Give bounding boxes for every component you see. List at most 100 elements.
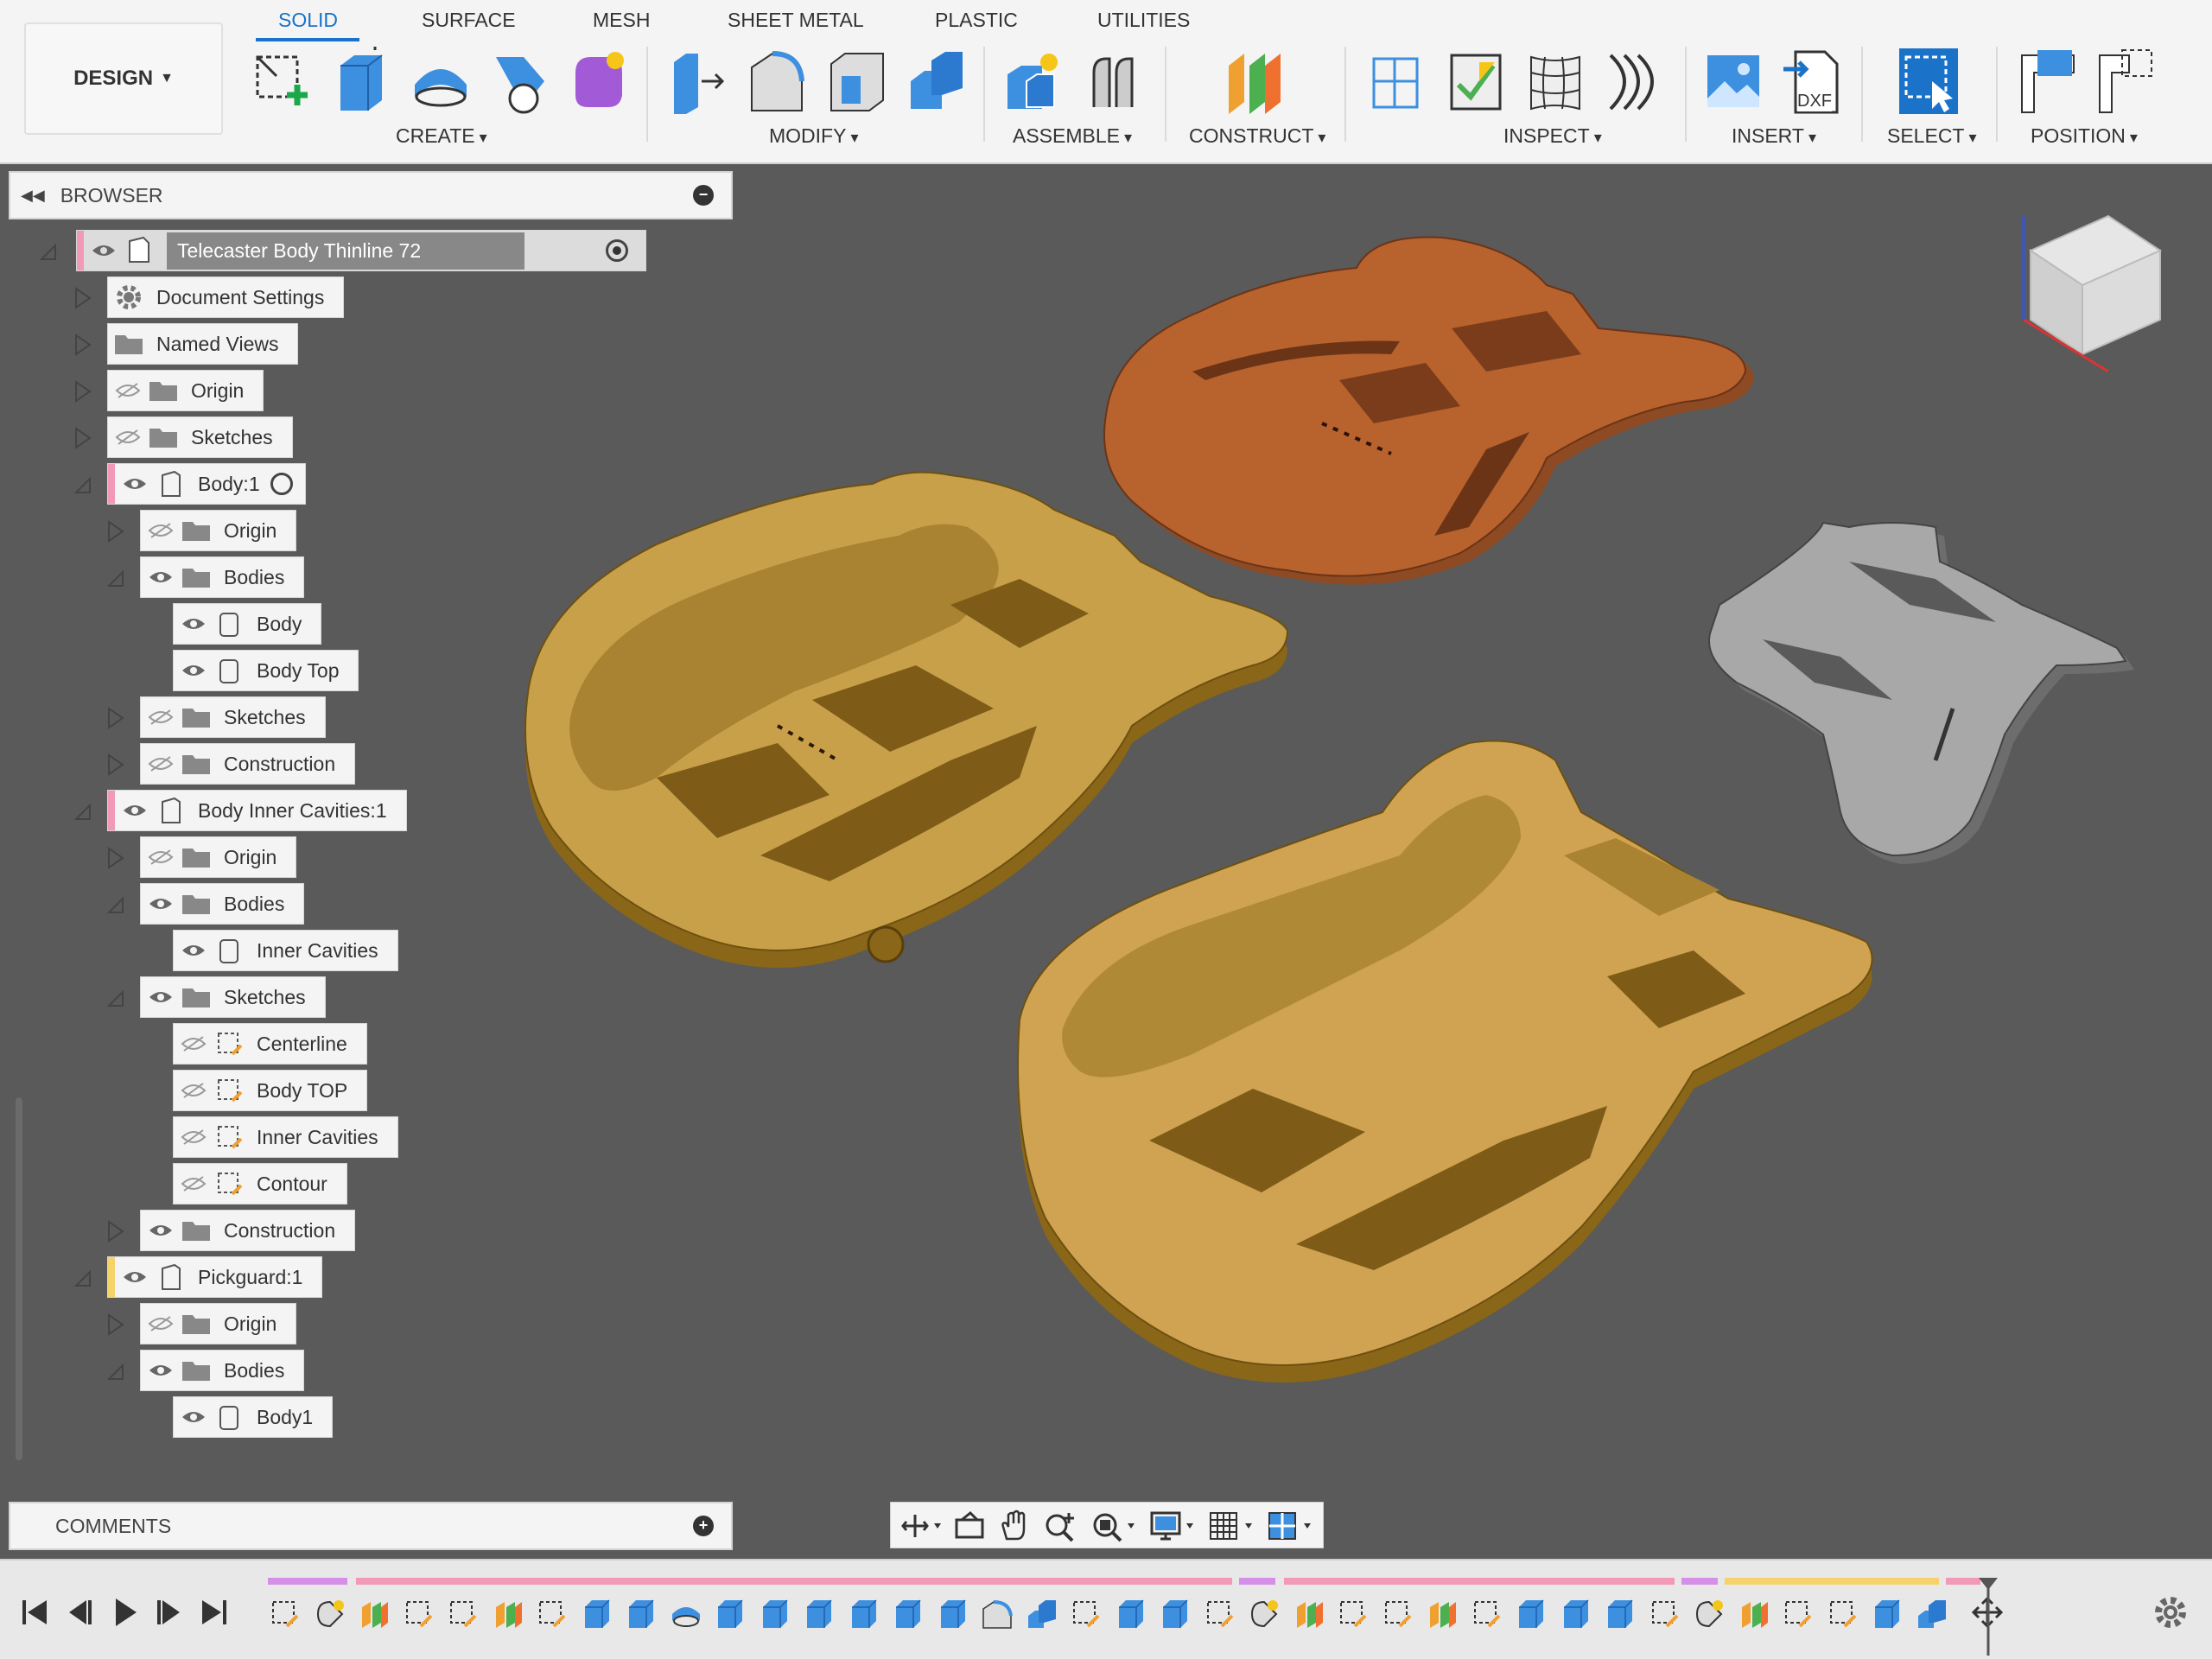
construct-group-label[interactable]: CONSTRUCT — [1189, 124, 1325, 148]
timeline-extrude-icon[interactable] — [580, 1597, 614, 1631]
measure-icon[interactable] — [1365, 47, 1427, 116]
align-icon[interactable] — [2017, 47, 2079, 116]
expand-triangle-icon[interactable] — [73, 285, 93, 311]
step-forward-icon[interactable] — [152, 1595, 187, 1630]
browser-item-body-top[interactable]: Body Top — [173, 650, 359, 691]
timeline-sketch-icon[interactable] — [1470, 1597, 1504, 1631]
offset-plane-icon[interactable] — [1222, 47, 1284, 116]
collapse-triangle-icon[interactable] — [73, 798, 93, 824]
create-sketch-icon[interactable] — [251, 47, 313, 116]
timeline-plane-icon[interactable] — [357, 1597, 391, 1631]
eye-icon[interactable] — [179, 650, 208, 691]
eye-hidden-icon[interactable] — [179, 1116, 208, 1158]
joint-icon[interactable] — [1082, 47, 1144, 116]
browser-item-body-top-sketch[interactable]: Body TOP — [173, 1070, 368, 1111]
eye-hidden-icon[interactable] — [179, 1163, 208, 1205]
insert-canvas-icon[interactable] — [1702, 47, 1764, 116]
timeline-sketch-icon[interactable] — [1069, 1597, 1103, 1631]
play-icon[interactable] — [107, 1595, 142, 1630]
expand-triangle-icon[interactable] — [73, 378, 93, 404]
timeline-extrude-icon[interactable] — [891, 1597, 925, 1631]
eye-icon[interactable] — [120, 1256, 149, 1298]
grid-settings-icon[interactable] — [1207, 1510, 1259, 1542]
browser-item-sketches[interactable]: Sketches — [107, 416, 293, 458]
eye-icon[interactable] — [146, 1210, 175, 1251]
eye-icon[interactable] — [89, 230, 118, 271]
eye-icon[interactable] — [120, 790, 149, 831]
timeline-sketch-icon[interactable] — [1381, 1597, 1415, 1631]
collapse-triangle-icon[interactable] — [105, 985, 126, 1011]
browser-item-ic-sketches[interactable]: Sketches — [140, 976, 326, 1018]
eye-icon[interactable] — [179, 1396, 208, 1438]
expand-triangle-icon[interactable] — [105, 845, 126, 871]
new-component-icon[interactable] — [1002, 47, 1065, 116]
expand-triangle-icon[interactable] — [105, 1312, 126, 1338]
eye-icon[interactable] — [146, 976, 175, 1018]
expand-triangle-icon[interactable] — [73, 332, 93, 358]
timeline-sketch-icon[interactable] — [1648, 1597, 1682, 1631]
eye-hidden-icon[interactable] — [146, 510, 175, 551]
collapse-triangle-icon[interactable] — [105, 565, 126, 591]
tab-sheet-metal[interactable]: SHEET METAL — [728, 9, 864, 40]
timeline-extrude-icon[interactable] — [624, 1597, 658, 1631]
create-group-label[interactable]: CREATE — [396, 124, 487, 148]
assemble-group-label[interactable]: ASSEMBLE — [1013, 124, 1132, 148]
display-settings-icon[interactable] — [1148, 1510, 1200, 1542]
eye-icon[interactable] — [146, 556, 175, 598]
browser-item-body1-bodies[interactable]: Bodies — [140, 556, 305, 598]
browser-item-body1-origin[interactable]: Origin — [140, 510, 297, 551]
timeline-extrude-icon[interactable] — [1158, 1597, 1192, 1631]
timeline-extrude-icon[interactable] — [1514, 1597, 1548, 1631]
modify-group-label[interactable]: MODIFY — [769, 124, 859, 148]
collapse-triangle-icon[interactable] — [73, 1265, 93, 1291]
timeline-sketch-icon[interactable] — [535, 1597, 569, 1631]
browser-item-ic-bodies[interactable]: Bodies — [140, 883, 305, 925]
timeline-sketch-icon[interactable] — [268, 1597, 302, 1631]
interference-icon[interactable] — [1445, 47, 1507, 116]
activate-radio-icon[interactable] — [270, 473, 293, 495]
viewcube[interactable] — [2005, 199, 2177, 389]
browser-item-pickguard-component[interactable]: Pickguard:1 — [107, 1256, 323, 1298]
browser-item-pg-bodies[interactable]: Bodies — [140, 1350, 305, 1391]
viewport-canvas[interactable] — [0, 164, 2212, 1559]
timeline-extrude-icon[interactable] — [1603, 1597, 1637, 1631]
timeline-extrude-icon[interactable] — [1870, 1597, 1904, 1631]
eye-icon[interactable] — [146, 883, 175, 925]
expand-triangle-icon[interactable] — [105, 518, 126, 544]
capture-position-icon[interactable] — [2094, 47, 2157, 116]
timeline-form-icon[interactable] — [313, 1597, 347, 1631]
browser-item-body1-construction[interactable]: Construction — [140, 743, 356, 785]
collapse-triangle-icon[interactable] — [105, 1358, 126, 1384]
eye-hidden-icon[interactable] — [146, 696, 175, 738]
orbit-icon[interactable] — [901, 1511, 944, 1541]
timeline-plane-icon[interactable] — [1292, 1597, 1326, 1631]
shell-icon[interactable] — [826, 47, 888, 116]
tab-plastic[interactable]: PLASTIC — [935, 9, 1018, 40]
eye-icon[interactable] — [120, 463, 149, 505]
plus-icon[interactable]: + — [693, 1516, 714, 1536]
browser-item-document-settings[interactable]: Document Settings — [107, 276, 345, 318]
minus-icon[interactable]: − — [693, 185, 714, 206]
eye-icon[interactable] — [179, 603, 208, 645]
select-icon[interactable] — [1897, 47, 1960, 116]
position-group-label[interactable]: POSITION — [2031, 124, 2138, 148]
timeline-sketch-icon[interactable] — [1336, 1597, 1370, 1631]
step-back-icon[interactable] — [62, 1595, 97, 1630]
sweep-icon[interactable] — [489, 47, 551, 116]
inspect-group-label[interactable]: INSPECT — [1503, 124, 1602, 148]
timeline-sketch-icon[interactable] — [446, 1597, 480, 1631]
expand-triangle-icon[interactable] — [105, 1218, 126, 1244]
browser-item-contour-sketch[interactable]: Contour — [173, 1163, 347, 1205]
browser-item-pg-body1[interactable]: Body1 — [173, 1396, 334, 1438]
eye-hidden-icon[interactable] — [146, 1303, 175, 1344]
eye-hidden-icon[interactable] — [113, 370, 143, 411]
go-to-start-icon[interactable] — [17, 1595, 52, 1630]
timeline-form-icon[interactable] — [1692, 1597, 1726, 1631]
collapse-triangle-icon[interactable] — [105, 892, 126, 918]
combine-icon[interactable] — [906, 47, 968, 116]
eye-hidden-icon[interactable] — [113, 416, 143, 458]
browser-item-origin[interactable]: Origin — [107, 370, 264, 411]
timeline-extrude-icon[interactable] — [1559, 1597, 1593, 1631]
browser-item-pg-origin[interactable]: Origin — [140, 1303, 297, 1344]
eye-hidden-icon[interactable] — [146, 836, 175, 878]
